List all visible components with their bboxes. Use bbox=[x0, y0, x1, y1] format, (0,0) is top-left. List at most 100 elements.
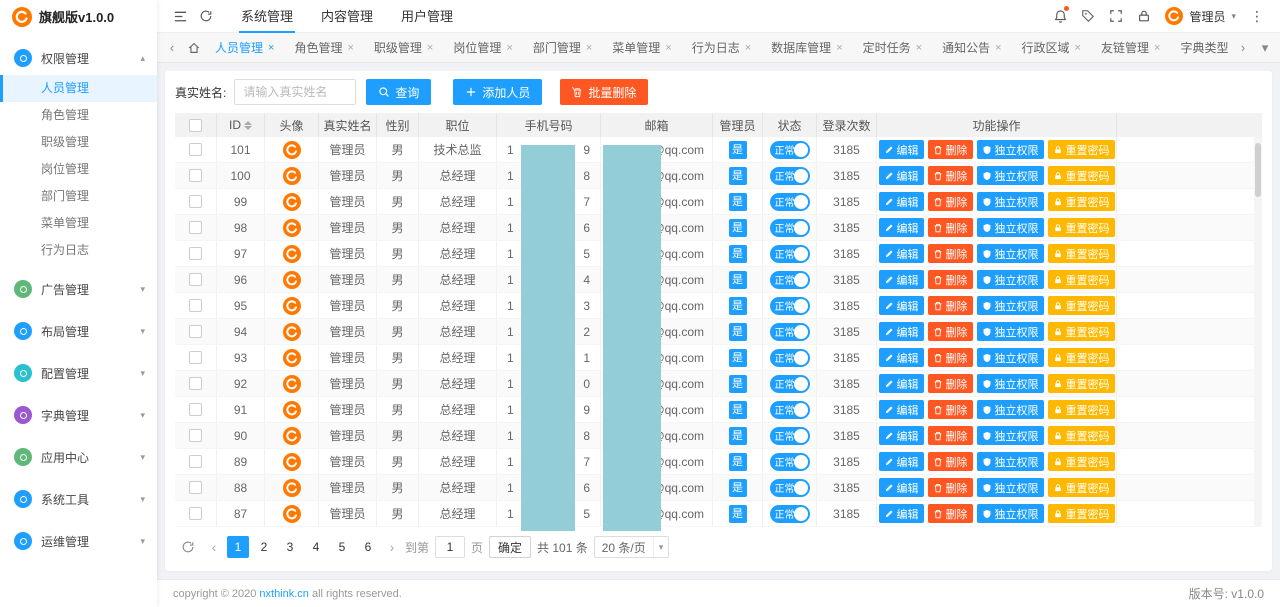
status-toggle[interactable]: 正常 bbox=[770, 141, 810, 159]
prev-page-icon[interactable]: ‹ bbox=[207, 539, 221, 555]
close-tab-icon[interactable]: × bbox=[268, 33, 274, 63]
page-tab[interactable]: 字典类型× bbox=[1170, 33, 1232, 63]
edit-button[interactable]: 编辑 bbox=[879, 192, 924, 211]
close-tab-icon[interactable]: × bbox=[347, 33, 353, 63]
close-tab-icon[interactable]: × bbox=[586, 33, 592, 63]
row-checkbox[interactable] bbox=[189, 507, 202, 520]
confirm-jump-button[interactable]: 确定 bbox=[489, 536, 531, 558]
edit-button[interactable]: 编辑 bbox=[879, 504, 924, 523]
close-tab-icon[interactable]: × bbox=[506, 33, 512, 63]
sidebar-subitem[interactable]: 部门管理 bbox=[0, 183, 157, 210]
edit-button[interactable]: 编辑 bbox=[879, 296, 924, 315]
reset-password-button[interactable]: 重置密码 bbox=[1048, 426, 1115, 445]
reset-password-button[interactable]: 重置密码 bbox=[1048, 218, 1115, 237]
delete-button[interactable]: 删除 bbox=[928, 478, 973, 497]
delete-button[interactable]: 删除 bbox=[928, 244, 973, 263]
independent-permission-button[interactable]: 独立权限 bbox=[977, 478, 1044, 497]
page-number-button[interactable]: 3 bbox=[279, 536, 301, 558]
nav-item[interactable]: 内容管理 bbox=[307, 0, 387, 33]
sidebar-subitem[interactable]: 人员管理 bbox=[0, 75, 157, 102]
delete-button[interactable]: 删除 bbox=[928, 452, 973, 471]
reset-password-button[interactable]: 重置密码 bbox=[1048, 296, 1115, 315]
edit-button[interactable]: 编辑 bbox=[879, 374, 924, 393]
jump-page-input[interactable] bbox=[435, 536, 465, 558]
add-user-button[interactable]: 添加人员 bbox=[453, 79, 542, 105]
reset-password-button[interactable]: 重置密码 bbox=[1048, 504, 1115, 523]
reset-password-button[interactable]: 重置密码 bbox=[1048, 374, 1115, 393]
reset-password-button[interactable]: 重置密码 bbox=[1048, 270, 1115, 289]
table-scrollbar[interactable] bbox=[1254, 137, 1262, 527]
sidebar-subitem[interactable]: 职级管理 bbox=[0, 129, 157, 156]
reset-password-button[interactable]: 重置密码 bbox=[1048, 322, 1115, 341]
status-toggle[interactable]: 正常 bbox=[770, 297, 810, 315]
edit-button[interactable]: 编辑 bbox=[879, 244, 924, 263]
row-checkbox[interactable] bbox=[189, 299, 202, 312]
close-tab-icon[interactable]: × bbox=[665, 33, 671, 63]
delete-button[interactable]: 删除 bbox=[928, 270, 973, 289]
next-page-icon[interactable]: › bbox=[385, 539, 399, 555]
delete-button[interactable]: 删除 bbox=[928, 166, 973, 185]
independent-permission-button[interactable]: 独立权限 bbox=[977, 322, 1044, 341]
delete-button[interactable]: 删除 bbox=[928, 426, 973, 445]
page-tab[interactable]: 友链管理× bbox=[1091, 33, 1170, 63]
edit-button[interactable]: 编辑 bbox=[879, 478, 924, 497]
row-checkbox[interactable] bbox=[189, 221, 202, 234]
reset-password-button[interactable]: 重置密码 bbox=[1048, 452, 1115, 471]
page-tab[interactable]: 通知公告× bbox=[932, 33, 1011, 63]
status-toggle[interactable]: 正常 bbox=[770, 401, 810, 419]
page-tab[interactable]: 职级管理× bbox=[364, 33, 443, 63]
collapse-sidebar-icon[interactable] bbox=[167, 3, 193, 29]
independent-permission-button[interactable]: 独立权限 bbox=[977, 426, 1044, 445]
reset-password-button[interactable]: 重置密码 bbox=[1048, 140, 1115, 159]
status-toggle[interactable]: 正常 bbox=[770, 375, 810, 393]
independent-permission-button[interactable]: 独立权限 bbox=[977, 504, 1044, 523]
row-checkbox[interactable] bbox=[189, 325, 202, 338]
status-toggle[interactable]: 正常 bbox=[770, 271, 810, 289]
tag-icon[interactable] bbox=[1075, 3, 1101, 29]
delete-button[interactable]: 删除 bbox=[928, 296, 973, 315]
independent-permission-button[interactable]: 独立权限 bbox=[977, 348, 1044, 367]
refresh-table-icon[interactable] bbox=[175, 534, 201, 560]
row-checkbox[interactable] bbox=[189, 273, 202, 286]
status-toggle[interactable]: 正常 bbox=[770, 479, 810, 497]
scroll-tabs-right-icon[interactable]: › bbox=[1232, 40, 1254, 55]
nav-item[interactable]: 系统管理 bbox=[227, 0, 307, 33]
reset-password-button[interactable]: 重置密码 bbox=[1048, 166, 1115, 185]
reset-password-button[interactable]: 重置密码 bbox=[1048, 478, 1115, 497]
close-tab-icon[interactable]: × bbox=[995, 33, 1001, 63]
close-tab-icon[interactable]: × bbox=[1075, 33, 1081, 63]
row-checkbox[interactable] bbox=[189, 429, 202, 442]
reset-password-button[interactable]: 重置密码 bbox=[1048, 244, 1115, 263]
row-checkbox[interactable] bbox=[189, 377, 202, 390]
page-number-button[interactable]: 4 bbox=[305, 536, 327, 558]
tab-options-icon[interactable]: ▾ bbox=[1254, 40, 1276, 56]
real-name-input[interactable] bbox=[234, 79, 356, 105]
status-toggle[interactable]: 正常 bbox=[770, 453, 810, 471]
edit-button[interactable]: 编辑 bbox=[879, 270, 924, 289]
page-number-button[interactable]: 5 bbox=[331, 536, 353, 558]
page-tab[interactable]: 行政区域× bbox=[1012, 33, 1091, 63]
status-toggle[interactable]: 正常 bbox=[770, 349, 810, 367]
home-tab-icon[interactable] bbox=[183, 41, 205, 55]
independent-permission-button[interactable]: 独立权限 bbox=[977, 296, 1044, 315]
row-checkbox[interactable] bbox=[189, 351, 202, 364]
edit-button[interactable]: 编辑 bbox=[879, 348, 924, 367]
notification-bell-icon[interactable] bbox=[1047, 3, 1073, 29]
status-toggle[interactable]: 正常 bbox=[770, 505, 810, 523]
select-all-checkbox[interactable] bbox=[189, 119, 202, 132]
page-size-select[interactable]: 20 条/页 ▾ bbox=[594, 536, 670, 558]
status-toggle[interactable]: 正常 bbox=[770, 193, 810, 211]
delete-button[interactable]: 删除 bbox=[928, 218, 973, 237]
row-checkbox[interactable] bbox=[189, 403, 202, 416]
sidebar-group-item[interactable]: 运维管理 ▾ bbox=[0, 524, 157, 558]
sidebar-group-item[interactable]: 权限管理 ▴ bbox=[0, 41, 157, 75]
page-tab[interactable]: 菜单管理× bbox=[602, 33, 681, 63]
delete-button[interactable]: 删除 bbox=[928, 140, 973, 159]
sidebar-group-item[interactable]: 字典管理 ▾ bbox=[0, 398, 157, 432]
independent-permission-button[interactable]: 独立权限 bbox=[977, 452, 1044, 471]
sort-icon[interactable] bbox=[244, 121, 252, 130]
copyright-link[interactable]: nxthink.cn bbox=[259, 588, 309, 600]
sidebar-subitem[interactable]: 岗位管理 bbox=[0, 156, 157, 183]
delete-button[interactable]: 删除 bbox=[928, 192, 973, 211]
sidebar-subitem[interactable]: 行为日志 bbox=[0, 237, 157, 264]
